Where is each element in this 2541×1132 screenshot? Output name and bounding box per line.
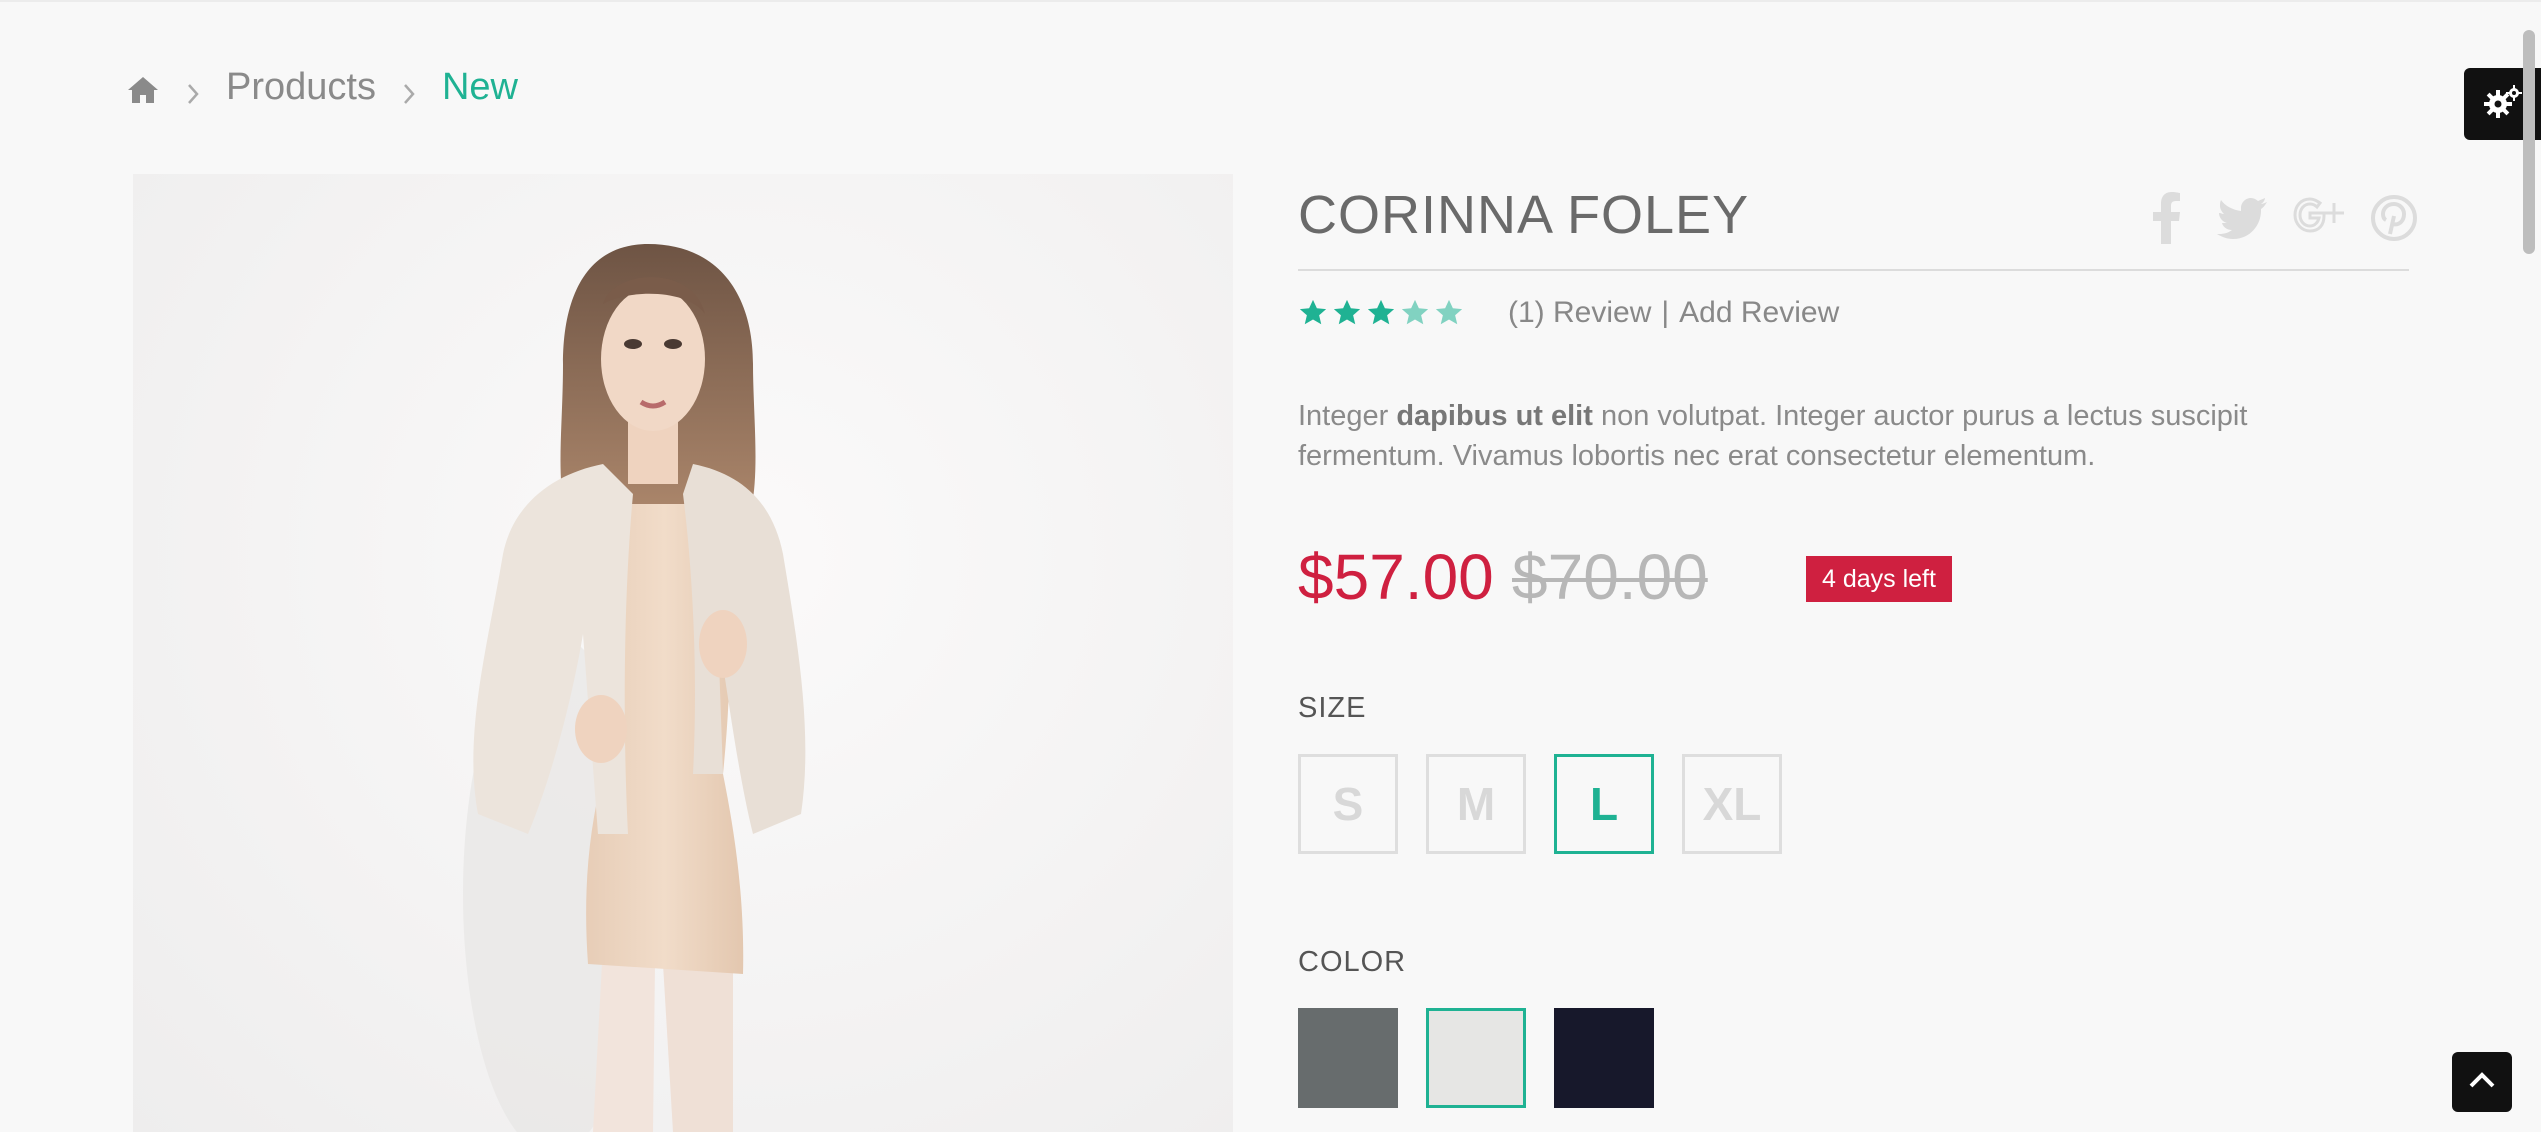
star-empty-icon xyxy=(1435,299,1463,325)
size-option-l[interactable]: L xyxy=(1554,754,1654,854)
facebook-icon[interactable] xyxy=(2140,190,2192,246)
google-plus-icon[interactable] xyxy=(2292,190,2344,246)
size-option-s[interactable]: S xyxy=(1298,754,1398,854)
breadcrumb: Products New xyxy=(126,62,518,112)
twitter-icon[interactable] xyxy=(2216,190,2268,246)
chevron-up-icon xyxy=(2468,1070,2496,1095)
share-icons xyxy=(2140,190,2420,246)
current-price: $57.00 xyxy=(1298,541,1494,613)
product-image[interactable] xyxy=(133,174,1233,1132)
pinterest-icon[interactable] xyxy=(2368,190,2420,246)
product-description: Integer dapibus ut elit non volutpat. In… xyxy=(1298,396,2358,476)
description-lead: Integer xyxy=(1298,400,1397,432)
review-separator: | xyxy=(1661,296,1670,329)
review-count-link[interactable]: (1) Review xyxy=(1508,296,1651,330)
color-label: COLOR xyxy=(1298,946,1407,978)
color-options xyxy=(1298,1008,1654,1108)
color-swatch-navy[interactable] xyxy=(1554,1008,1654,1108)
star-filled-icon xyxy=(1299,299,1327,325)
star-rating[interactable] xyxy=(1298,298,1464,328)
size-option-xl[interactable]: XL xyxy=(1682,754,1782,854)
star-empty-icon xyxy=(1401,299,1429,325)
title-divider xyxy=(1298,269,2409,271)
model-photo xyxy=(463,244,806,1132)
star-filled-icon xyxy=(1367,299,1395,325)
top-border xyxy=(0,0,2541,2)
old-price: $70.00 xyxy=(1512,541,1708,613)
product-rating: (1) Review | Add Review xyxy=(1298,296,1839,330)
review-links: (1) Review | Add Review xyxy=(1508,296,1839,330)
add-review-link[interactable]: Add Review xyxy=(1679,296,1839,330)
breadcrumb-new[interactable]: New xyxy=(442,66,518,109)
countdown-badge: 4 days left xyxy=(1806,556,1952,602)
product-title: CORINNA FOLEY xyxy=(1298,185,1750,245)
breadcrumb-products[interactable]: Products xyxy=(226,66,376,109)
chevron-right-icon xyxy=(184,74,202,104)
size-options: S M L XL xyxy=(1298,754,1782,854)
gears-icon xyxy=(2483,83,2523,126)
description-bold: dapibus ut elit xyxy=(1396,400,1593,432)
home-icon[interactable] xyxy=(126,72,160,103)
color-swatch-gray[interactable] xyxy=(1298,1008,1398,1108)
size-option-m[interactable]: M xyxy=(1426,754,1526,854)
back-to-top-button[interactable] xyxy=(2452,1052,2512,1112)
chevron-right-icon xyxy=(400,74,418,104)
page-scrollbar[interactable] xyxy=(2523,30,2535,254)
size-label: SIZE xyxy=(1298,692,1367,724)
color-swatch-light[interactable] xyxy=(1426,1008,1526,1108)
star-filled-icon xyxy=(1333,299,1361,325)
